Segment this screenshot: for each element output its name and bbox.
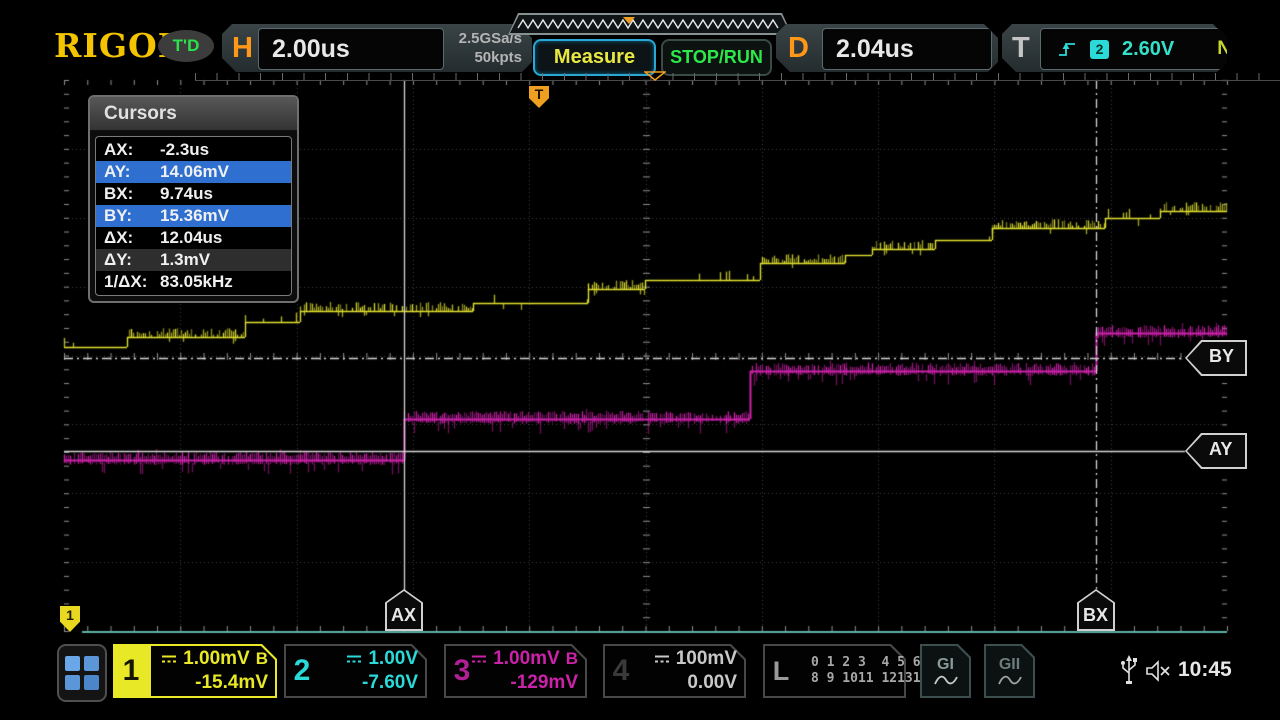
- horizontal-label: H: [232, 24, 253, 72]
- cursors-panel-title: Cursors: [90, 97, 297, 131]
- ch3-bandwidth-flag: B: [566, 647, 578, 671]
- cursor-row-by: BY:15.36mV: [96, 205, 291, 227]
- channel-4-panel[interactable]: 4 100mV 0.00V: [603, 644, 746, 698]
- trigger-panel[interactable]: T 2 2.60V N: [1002, 24, 1227, 72]
- memory-position-strip[interactable]: [508, 13, 792, 35]
- sine-wave-icon: [933, 674, 959, 687]
- rising-edge-icon: [1057, 39, 1077, 59]
- logic-channels-panel[interactable]: L 0 1 2 3 4 5 6 7 8 9 1011 12131415: [763, 644, 906, 698]
- delay-panel[interactable]: D 2.04us: [776, 24, 998, 72]
- delay-value: 2.04us: [823, 35, 914, 64]
- cursors-panel: Cursors AX:-2.3us AY:14.06mV BX:9.74us B…: [88, 95, 299, 303]
- channel-1-panel[interactable]: 1 1.00mV B -15.4mV: [113, 644, 277, 698]
- oscilloscope-screen: RIGOL T'D H 2.00us 2.5GSa/s 50kpts Measu…: [0, 0, 1280, 720]
- cursor-row-bx: BX:9.74us: [96, 183, 291, 205]
- delay-label: D: [788, 24, 809, 72]
- trigger-source-badge: 2: [1090, 40, 1109, 59]
- delay-box[interactable]: 2.04us: [822, 28, 992, 70]
- time-ruler: [195, 73, 1280, 81]
- trigger-status-badge: T'D: [158, 30, 214, 62]
- ch2-scale: 1.00V: [368, 647, 418, 671]
- cursor-row-dy: ΔY:1.3mV: [96, 249, 291, 271]
- dc-coupling-icon: [161, 654, 177, 664]
- cursor-ax-tag[interactable]: AX: [385, 589, 423, 631]
- memory-strip-inner: [510, 15, 790, 33]
- measure-button[interactable]: Measure: [533, 39, 656, 76]
- menu-button[interactable]: [57, 644, 107, 702]
- gen2-label: GII: [999, 656, 1020, 674]
- speaker-muted-icon: [1146, 660, 1172, 682]
- sine-wave-icon: [997, 674, 1023, 687]
- logic-row-2: 8 9 1011 12131415: [811, 671, 897, 687]
- gen1-label: GI: [937, 656, 954, 674]
- memory-waveform-icon: [510, 15, 790, 33]
- horizontal-panel[interactable]: H 2.00us 2.5GSa/s 50kpts: [222, 24, 532, 72]
- channel-3-panel[interactable]: 3 1.00mV B -129mV: [444, 644, 587, 698]
- ch1-scale: 1.00mV: [183, 647, 250, 671]
- ch1-offset: -15.4mV: [159, 671, 268, 695]
- cursor-row-ay: AY:14.06mV: [96, 161, 291, 183]
- ch4-offset: 0.00V: [643, 671, 737, 695]
- cursor-row-ax: AX:-2.3us: [96, 139, 291, 161]
- cursor-by-tag[interactable]: BY: [1185, 340, 1247, 376]
- generator-1-button[interactable]: GI: [920, 644, 971, 698]
- cursor-bx-tag[interactable]: BX: [1077, 589, 1115, 631]
- ch3-scale: 1.00mV: [493, 647, 560, 671]
- ch2-offset: -7.60V: [324, 671, 418, 695]
- dc-coupling-icon: [471, 654, 487, 664]
- generator-2-button[interactable]: GII: [984, 644, 1035, 698]
- trigger-label: T: [1012, 24, 1030, 72]
- horizontal-ref-marker[interactable]: [644, 71, 666, 81]
- cursors-readout: AX:-2.3us AY:14.06mV BX:9.74us BY:15.36m…: [95, 136, 292, 296]
- ch4-scale: 100mV: [676, 647, 737, 671]
- stop-run-button[interactable]: STOP/RUN: [661, 39, 772, 76]
- logic-row-1: 0 1 2 3 4 5 6 7: [811, 655, 897, 671]
- dc-coupling-icon: [654, 654, 670, 664]
- dc-coupling-icon: [346, 654, 362, 664]
- clock: 10:45: [1178, 658, 1232, 682]
- ch3-offset: -129mV: [484, 671, 578, 695]
- timebase-box[interactable]: 2.00us: [258, 28, 444, 70]
- menu-grid-icon: [65, 656, 80, 671]
- channel-2-panel[interactable]: 2 1.00V -7.60V: [284, 644, 427, 698]
- trigger-box[interactable]: 2 2.60V N: [1040, 28, 1242, 70]
- cursor-row-freq: 1/ΔX:83.05kHz: [96, 271, 291, 293]
- cursor-ay-tag[interactable]: AY: [1185, 433, 1247, 469]
- timebase-value: 2.00us: [259, 35, 350, 64]
- ch1-bandwidth-flag: B: [256, 647, 268, 671]
- trigger-level: 2.60V: [1122, 38, 1174, 61]
- cursor-row-dx: ΔX:12.04us: [96, 227, 291, 249]
- usb-icon: [1120, 655, 1138, 687]
